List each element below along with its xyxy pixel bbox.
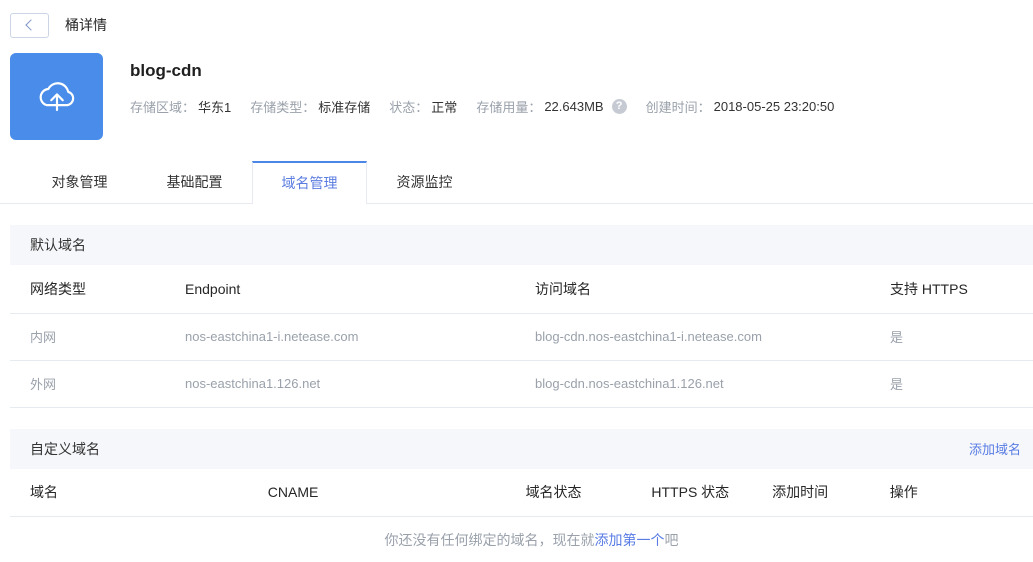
col-https-support: 支持 HTTPS — [890, 265, 1033, 314]
tab-resource-monitor[interactable]: 资源监控 — [367, 161, 482, 203]
col-add-time: 添加时间 — [772, 468, 890, 517]
custom-domain-header-row: 域名 CNAME 域名状态 HTTPS 状态 添加时间 操作 — [10, 468, 1033, 517]
empty-state-row: 你还没有任何绑定的域名，现在就添加第一个吧 — [10, 516, 1033, 562]
cell-https-support: 是 — [890, 313, 1033, 361]
col-domain-status: 域名状态 — [525, 468, 652, 517]
col-actions: 操作 — [889, 468, 1033, 517]
info-status: 状态： 正常 — [389, 97, 457, 116]
bucket-info-row: 存储区域： 华东1 存储类型： 标准存储 状态： 正常 存储用量： 22.643… — [130, 97, 853, 116]
cell-access-domain: blog-cdn.nos-eastchina1.126.net — [535, 360, 890, 408]
empty-state-text: 你还没有任何绑定的域名，现在就 — [384, 532, 595, 548]
info-usage: 存储用量： 22.643MB ? — [476, 97, 627, 116]
bucket-header: blog-cdn 存储区域： 华东1 存储类型： 标准存储 状态： 正常 存储用… — [10, 53, 1033, 140]
cell-access-domain: blog-cdn.nos-eastchina1-i.netease.com — [535, 313, 890, 361]
custom-domain-title: 自定义域名 — [30, 440, 100, 457]
add-domain-link[interactable]: 添加域名 — [969, 439, 1021, 458]
col-access-domain: 访问域名 — [535, 265, 890, 314]
cell-https-support: 是 — [890, 360, 1033, 408]
table-row: 内网 nos-eastchina1-i.netease.com blog-cdn… — [10, 313, 1033, 361]
cell-network-type: 外网 — [10, 360, 185, 408]
default-domain-header-row: 网络类型 Endpoint 访问域名 支持 HTTPS — [10, 265, 1033, 314]
tab-domain-management[interactable]: 域名管理 — [252, 161, 367, 204]
col-cname: CNAME — [267, 468, 526, 517]
add-first-domain-link[interactable]: 添加第一个 — [595, 532, 665, 548]
back-button[interactable] — [10, 12, 49, 38]
tab-object-management[interactable]: 对象管理 — [22, 161, 137, 203]
col-https-status: HTTPS 状态 — [651, 468, 773, 517]
page-title: 桶详情 — [65, 17, 107, 33]
cell-network-type: 内网 — [10, 313, 185, 361]
col-endpoint: Endpoint — [185, 265, 535, 314]
empty-state: 你还没有任何绑定的域名，现在就添加第一个吧 — [10, 516, 1033, 562]
info-region: 存储区域： 华东1 — [130, 100, 232, 115]
col-network-type: 网络类型 — [10, 265, 185, 314]
custom-domain-table: 域名 CNAME 域名状态 HTTPS 状态 添加时间 操作 你还没有任何绑定的… — [10, 468, 1033, 562]
default-domain-section-header: 默认域名 — [10, 225, 1033, 265]
cloud-upload-icon — [10, 53, 103, 140]
empty-state-suffix: 吧 — [664, 532, 679, 548]
status-value: 正常 — [431, 100, 458, 115]
main-content: 默认域名 网络类型 Endpoint 访问域名 支持 HTTPS 内网 nos-… — [10, 225, 1033, 562]
bucket-name: blog-cdn — [130, 61, 202, 80]
col-domain: 域名 — [10, 468, 268, 517]
bucket-meta: blog-cdn 存储区域： 华东1 存储类型： 标准存储 状态： 正常 存储用… — [103, 53, 853, 140]
help-icon[interactable]: ? — [611, 99, 627, 114]
cell-endpoint: nos-eastchina1-i.netease.com — [185, 313, 535, 361]
info-storage-type: 存储类型： 标准存储 — [250, 100, 371, 115]
info-created: 创建时间： 2018-05-25 23:20:50 — [645, 99, 835, 115]
default-domain-title: 默认域名 — [30, 237, 86, 253]
default-domain-table: 网络类型 Endpoint 访问域名 支持 HTTPS 内网 nos-eastc… — [10, 265, 1033, 408]
cell-endpoint: nos-eastchina1.126.net — [185, 360, 535, 408]
chevron-left-icon — [25, 19, 37, 31]
table-row: 外网 nos-eastchina1.126.net blog-cdn.nos-e… — [10, 360, 1033, 408]
tab-bar: 对象管理 基础配置 域名管理 资源监控 — [0, 161, 1033, 204]
custom-domain-section-header: 自定义域名 添加域名 — [10, 428, 1033, 469]
topbar: 桶详情 — [0, 0, 1033, 38]
tab-basic-config[interactable]: 基础配置 — [137, 161, 252, 203]
